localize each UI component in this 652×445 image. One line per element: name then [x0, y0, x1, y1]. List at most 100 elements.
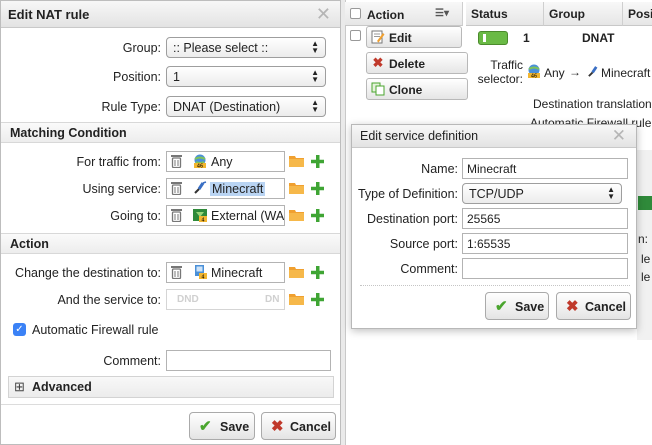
arrow-icon: →	[569, 65, 581, 79]
svg-text:4: 4	[201, 274, 204, 279]
column-header-action[interactable]: Action ☰▾	[345, 2, 463, 26]
rule-group-value: DNAT	[582, 31, 615, 45]
traffic-selector-label-line1: Traffic	[490, 58, 523, 72]
folder-icon[interactable]	[289, 209, 304, 221]
column-header-group-label: Group	[549, 7, 585, 21]
interface-icon: 4	[193, 209, 207, 222]
service-save-button[interactable]: ✔ Save	[485, 292, 549, 320]
select-arrows-icon: ▲ ▼	[311, 98, 319, 114]
traffic-from-box[interactable]: 46 Any	[166, 151, 285, 172]
group-label: Group:	[122, 41, 161, 55]
column-header-action-label: Action	[367, 8, 405, 22]
trash-icon[interactable]	[171, 265, 182, 279]
service-to-dropzone[interactable]: DND DN	[166, 289, 285, 310]
nat-dialog-title: Edit NAT rule	[8, 7, 90, 22]
change-destination-value: Minecraft	[211, 266, 263, 280]
edit-button-label: Edit	[389, 31, 412, 45]
trash-icon[interactable]	[171, 181, 182, 195]
rule-position-number: 1	[523, 31, 530, 45]
partial-text: le	[641, 270, 651, 284]
position-select-value: 1	[173, 70, 180, 84]
dnd-placeholder: DN	[265, 294, 280, 305]
add-icon[interactable]	[311, 293, 324, 306]
using-service-box[interactable]: Minecraft	[166, 178, 285, 199]
edit-button[interactable]: Edit	[366, 26, 462, 48]
change-destination-box[interactable]: 4 Minecraft	[166, 262, 285, 283]
position-label: Position:	[113, 70, 161, 84]
service-cancel-button[interactable]: ✖ Cancel	[556, 292, 631, 320]
traffic-selector-any: Any	[544, 66, 565, 80]
add-icon[interactable]	[311, 209, 324, 222]
clone-icon	[371, 82, 385, 96]
using-service-value: Minecraft	[210, 182, 266, 196]
using-service-label: Using service:	[82, 182, 162, 196]
traffic-selector-label-line2: selector:	[477, 72, 523, 86]
service-name-input[interactable]: Minecraft	[462, 158, 628, 179]
edit-nat-rule-dialog: Edit NAT rule ✕ Group: :: Please select …	[0, 0, 341, 445]
definition-type-value: TCP/UDP	[469, 187, 524, 201]
add-icon[interactable]	[311, 155, 324, 168]
clone-button[interactable]: Clone	[366, 78, 468, 100]
service-dialog-divider	[360, 285, 630, 286]
folder-icon[interactable]	[289, 266, 304, 278]
position-select[interactable]: 1 ▲ ▼	[166, 66, 326, 87]
comment-input[interactable]	[166, 350, 331, 371]
auto-firewall-checkbox[interactable]: ✓	[13, 323, 26, 336]
destination-port-label: Destination port:	[366, 212, 458, 226]
ipv46-globe-icon: 46	[194, 154, 206, 168]
add-icon[interactable]	[311, 182, 324, 195]
trash-icon[interactable]	[171, 154, 182, 168]
rule-type-select[interactable]: DNAT (Destination) ▲ ▼	[166, 96, 326, 117]
edit-service-dialog: Edit service definition ✕ Name: Minecraf…	[351, 124, 637, 329]
group-select[interactable]: :: Please select :: ▲ ▼	[166, 37, 326, 58]
column-header-position[interactable]: Posit	[623, 2, 652, 26]
advanced-section[interactable]: ⊞ Advanced	[8, 376, 334, 398]
service-plug-icon	[194, 181, 207, 194]
svg-text:46: 46	[197, 163, 203, 168]
cancel-button-label: Cancel	[290, 420, 331, 434]
checkmark-icon: ✔	[495, 298, 508, 315]
going-to-label: Going to:	[110, 209, 161, 223]
change-destination-label: Change the destination to:	[15, 266, 161, 280]
traffic-from-label: For traffic from:	[76, 155, 161, 169]
cancel-button[interactable]: ✖ Cancel	[261, 412, 336, 440]
column-header-group[interactable]: Group	[544, 2, 623, 26]
going-to-box[interactable]: 4 External (WAN)	[166, 205, 285, 226]
column-menu-icon[interactable]: ☰▾	[435, 8, 449, 19]
x-icon: ✖	[566, 298, 579, 315]
traffic-from-value: Any	[211, 155, 233, 169]
edit-icon	[371, 30, 385, 44]
select-all-checkbox[interactable]	[350, 8, 361, 19]
service-to-label: And the service to:	[57, 293, 161, 307]
partial-text: n:	[638, 232, 649, 246]
destination-translation-text: Destination translation	[533, 97, 652, 111]
folder-icon[interactable]	[289, 182, 304, 194]
service-cancel-button-label: Cancel	[585, 300, 626, 314]
source-port-input[interactable]: 1:65535	[462, 233, 628, 254]
expand-icon[interactable]: ⊞	[14, 379, 25, 395]
save-button[interactable]: ✔ Save	[189, 412, 255, 440]
service-dialog-titlebar: Edit service definition ✕	[352, 125, 636, 148]
traffic-selector-service: Minecraft	[601, 66, 651, 80]
column-header-status[interactable]: Status	[466, 2, 544, 26]
x-icon: ✖	[271, 418, 284, 435]
source-port-label: Source port:	[389, 237, 458, 251]
trash-icon[interactable]	[171, 208, 182, 222]
service-dialog-title: Edit service definition	[360, 129, 479, 143]
delete-button[interactable]: ✖ Delete	[366, 52, 468, 74]
row-checkbox[interactable]	[350, 30, 361, 41]
matching-condition-header: Matching Condition	[1, 122, 340, 143]
status-toggle[interactable]	[478, 31, 508, 45]
close-icon[interactable]: ✕	[316, 4, 331, 25]
delete-button-label: Delete	[389, 57, 426, 71]
add-icon[interactable]	[311, 266, 324, 279]
service-save-button-label: Save	[515, 300, 545, 314]
close-icon[interactable]: ✕	[612, 126, 626, 146]
folder-icon[interactable]	[289, 155, 304, 167]
destination-port-input[interactable]: 25565	[462, 208, 628, 229]
select-arrows-icon: ▲ ▼	[311, 39, 319, 55]
comment-label: Comment:	[103, 354, 161, 368]
service-comment-input[interactable]	[462, 258, 628, 279]
folder-icon[interactable]	[289, 293, 304, 305]
definition-type-select[interactable]: TCP/UDP ▲ ▼	[462, 183, 622, 204]
